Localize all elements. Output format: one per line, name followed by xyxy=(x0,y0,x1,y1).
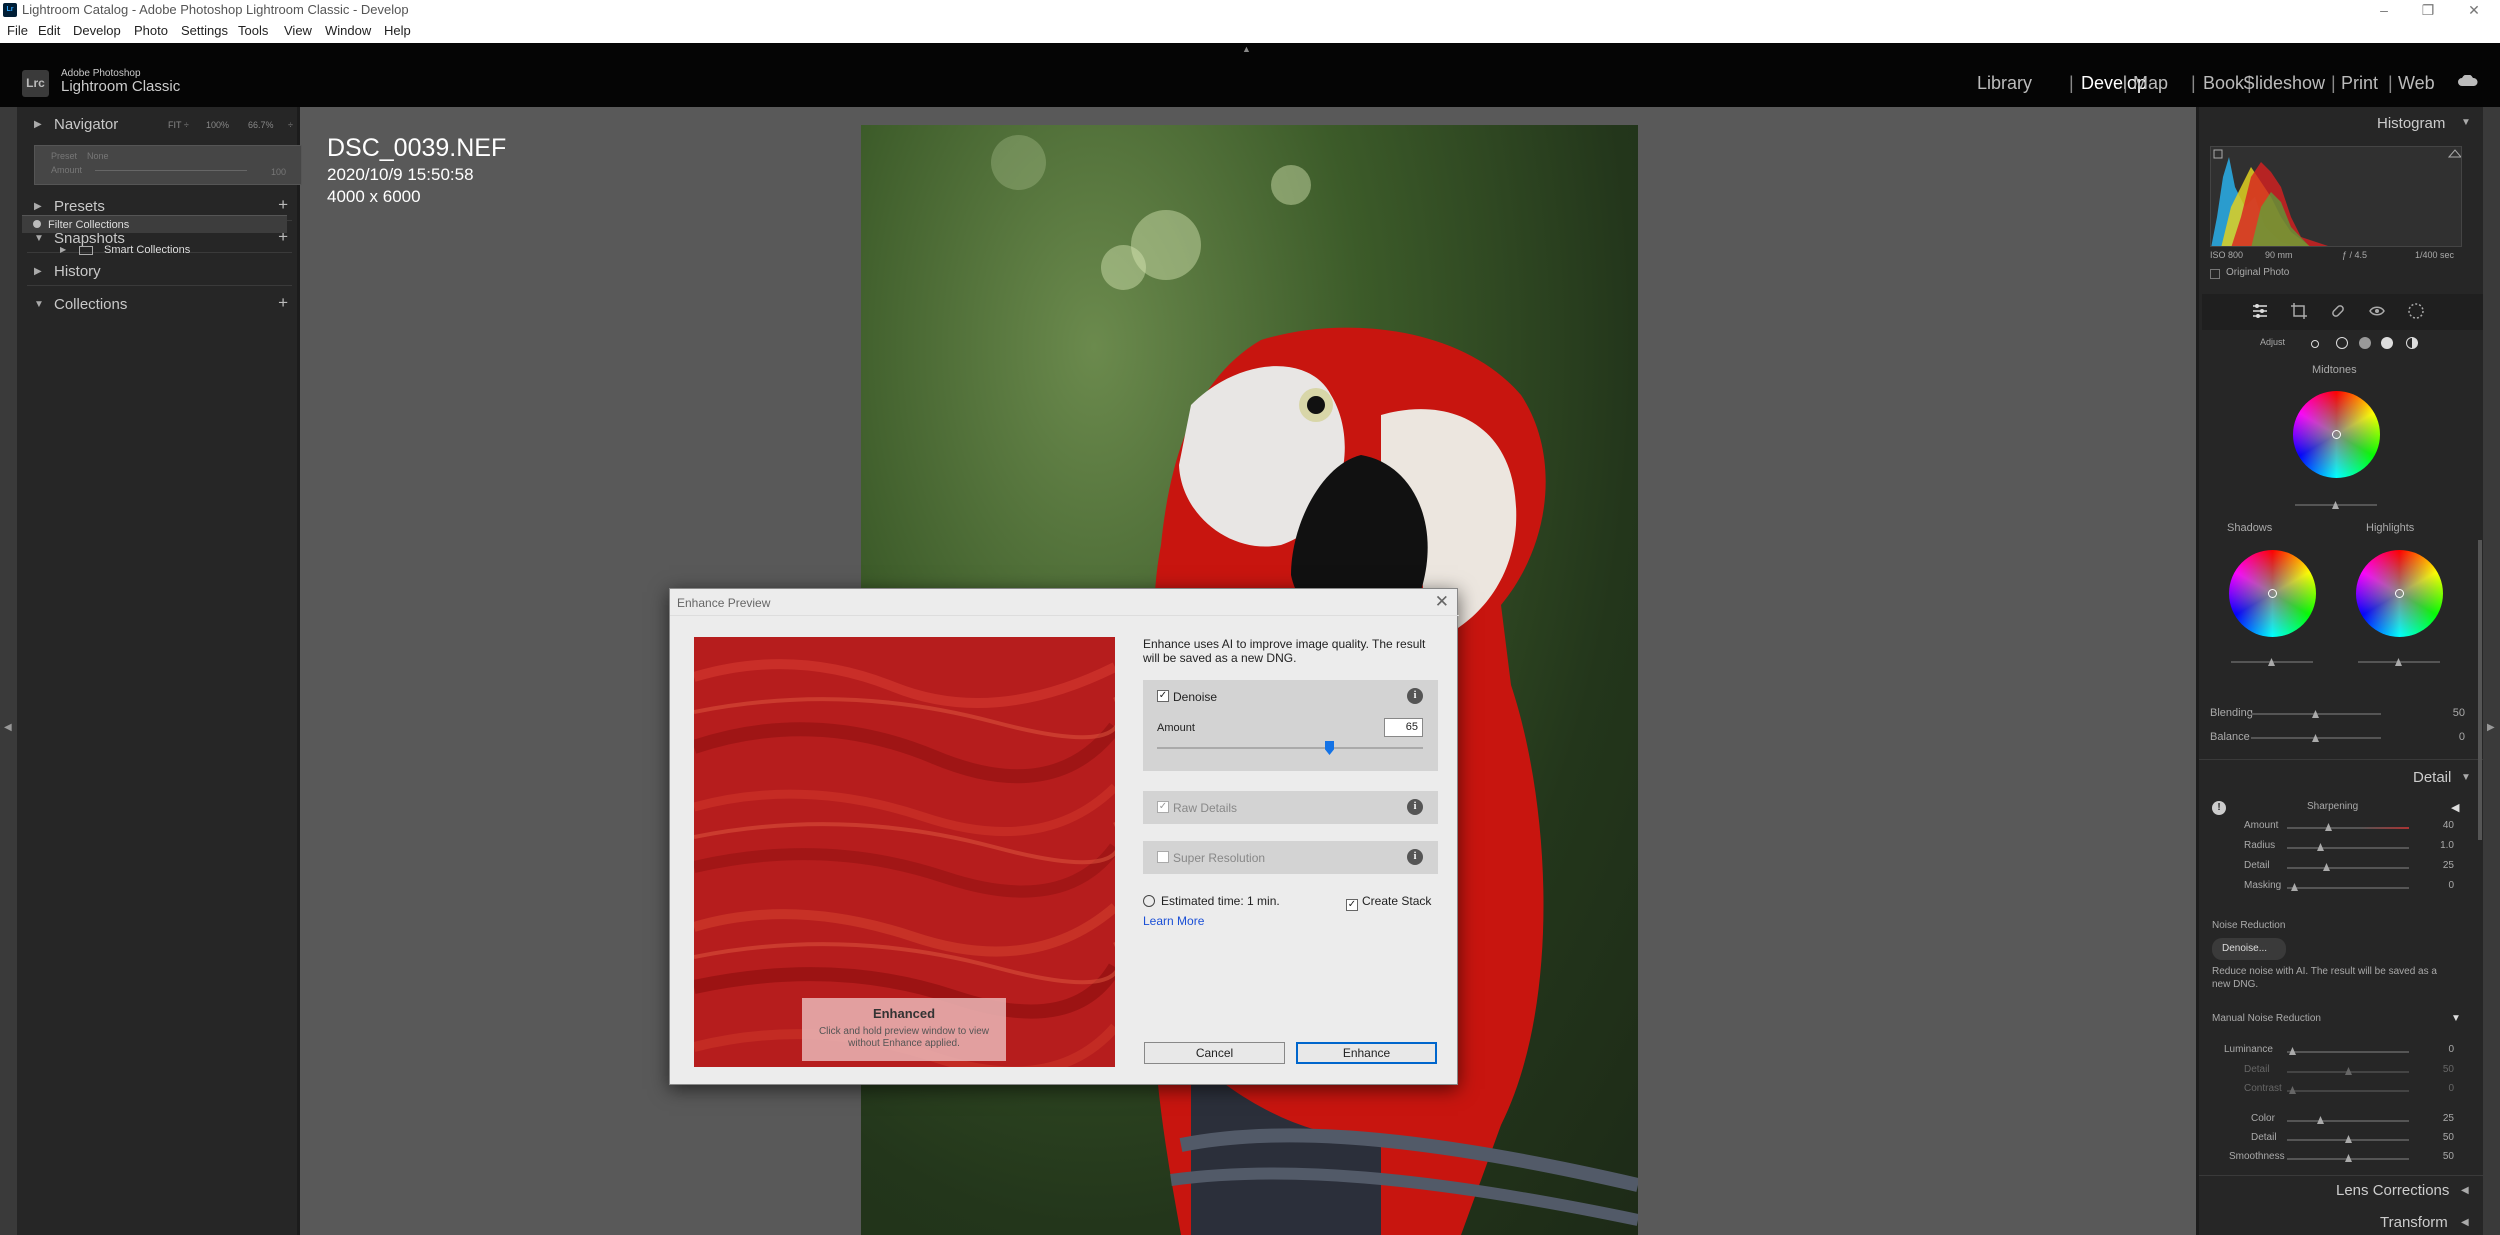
right-panel-scrollbar[interactable] xyxy=(2478,540,2482,840)
super-resolution-option: Super Resolution i xyxy=(1143,841,1438,874)
close-icon[interactable]: ✕ xyxy=(1435,592,1449,612)
histogram-graph[interactable] xyxy=(2210,146,2462,247)
denoise-option: ✓ Denoise i Amount 65 xyxy=(1143,680,1438,771)
search-icon xyxy=(33,220,41,228)
maximize-button[interactable]: ❐ xyxy=(2409,0,2447,20)
title-bar: Lr Lightroom Catalog - Adobe Photoshop L… xyxy=(0,0,2500,20)
denoise-label: Denoise xyxy=(1173,690,1218,704)
transform-header[interactable]: Transform xyxy=(2380,1214,2448,1231)
menu-settings[interactable]: Settings xyxy=(181,23,228,38)
menu-window[interactable]: Window xyxy=(325,23,371,38)
info-icon[interactable]: i xyxy=(1407,849,1423,865)
add-preset-button[interactable]: + xyxy=(278,195,288,215)
menu-file[interactable]: File xyxy=(7,23,28,38)
estimated-time: Estimated time: 1 min. xyxy=(1143,894,1280,908)
app-icon: Lr xyxy=(3,3,17,17)
navigator-header[interactable]: ▶ Navigator FIT ÷ 100% 66.7% ÷ xyxy=(17,111,300,139)
enhance-preview-image[interactable]: Enhanced Click and hold preview window t… xyxy=(694,637,1115,1067)
amount-slider-track[interactable] xyxy=(1157,747,1423,749)
photo-info-overlay: DSC_0039.NEF 2020/10/9 15:50:58 4000 x 6… xyxy=(327,134,506,207)
red-eye-icon[interactable] xyxy=(2368,302,2386,320)
left-panel: ▶ Navigator FIT ÷ 100% 66.7% ÷ Preset Non… xyxy=(17,107,302,1235)
module-print[interactable]: Print xyxy=(2341,73,2378,94)
original-photo-checkbox[interactable] xyxy=(2210,269,2220,279)
collection-set-icon xyxy=(79,246,93,255)
filter-collections-input[interactable]: Filter Collections xyxy=(22,215,287,233)
shadows-color-wheel[interactable] xyxy=(2229,550,2316,637)
amount-slider-thumb[interactable] xyxy=(1325,741,1334,755)
warning-icon[interactable]: ! xyxy=(2212,801,2226,815)
minimize-button[interactable]: – xyxy=(2365,0,2403,20)
module-map[interactable]: Map xyxy=(2133,73,2168,94)
edit-sliders-icon[interactable] xyxy=(2251,302,2269,320)
preview-overlay-text: Click and hold preview window to view wi… xyxy=(818,1026,990,1049)
enhance-preview-dialog: Enhance Preview ✕ Enhanced Click and hol… xyxy=(669,588,1459,1085)
healing-icon[interactable] xyxy=(2329,302,2347,320)
module-library[interactable]: Library xyxy=(1977,73,2032,94)
cloud-icon[interactable] xyxy=(2457,75,2479,87)
navigator-preview[interactable]: Preset None Amount 100 xyxy=(34,145,302,185)
menu-help[interactable]: Help xyxy=(384,23,411,38)
lens-corrections-header[interactable]: Lens Corrections xyxy=(2336,1182,2449,1199)
top-panel-toggle[interactable]: ▲ xyxy=(1242,44,1251,54)
raw-details-option: ✓ Raw Details i xyxy=(1143,791,1438,824)
crop-icon[interactable] xyxy=(2290,302,2308,320)
menu-edit[interactable]: Edit xyxy=(38,23,60,38)
window-title: Lightroom Catalog - Adobe Photoshop Ligh… xyxy=(22,2,409,17)
photo-dimensions: 4000 x 6000 xyxy=(327,187,421,206)
zoom-fit[interactable]: FIT ÷ xyxy=(168,120,189,130)
dialog-description: Enhance uses AI to improve image quality… xyxy=(1143,637,1426,665)
masking-icon[interactable] xyxy=(2407,302,2425,320)
photo-datetime: 2020/10/9 15:50:58 xyxy=(327,165,474,184)
denoise-checkbox[interactable]: ✓ xyxy=(1157,690,1169,702)
super-resolution-checkbox[interactable] xyxy=(1157,851,1169,863)
history-header[interactable]: ▶ History xyxy=(17,258,300,286)
create-stack-option[interactable]: ✓ Create Stack xyxy=(1346,894,1431,911)
preview-overlay: Enhanced Click and hold preview window t… xyxy=(802,998,1006,1061)
brand-line2: Lightroom Classic xyxy=(61,78,181,95)
right-panel: Histogram ▼ ISO 800 90 mm ƒ / 4.5 1/400 … xyxy=(2196,107,2483,1235)
right-panel-edge[interactable]: ▶ xyxy=(2483,107,2500,1235)
enhance-button[interactable]: Enhance xyxy=(1296,1042,1437,1064)
module-book[interactable]: Book xyxy=(2203,73,2244,94)
menu-bar: File Edit Develop Photo Settings Tools V… xyxy=(0,20,2500,43)
detail-header[interactable]: Detail xyxy=(2413,769,2451,786)
amount-input[interactable]: 65 xyxy=(1384,718,1423,737)
histogram-header[interactable]: Histogram xyxy=(2377,115,2445,132)
menu-view[interactable]: View xyxy=(284,23,312,38)
denoise-button[interactable]: Denoise... xyxy=(2212,938,2286,960)
photo-filename: DSC_0039.NEF xyxy=(327,134,507,162)
menu-photo[interactable]: Photo xyxy=(134,23,168,38)
super-resolution-label: Super Resolution xyxy=(1173,851,1266,865)
info-icon[interactable]: i xyxy=(1407,799,1423,815)
midtones-color-wheel[interactable] xyxy=(2293,391,2380,478)
module-slideshow[interactable]: Slideshow xyxy=(2243,73,2325,94)
zoom-100[interactable]: 100% xyxy=(206,120,229,130)
highlights-color-wheel[interactable] xyxy=(2356,550,2443,637)
collections-header[interactable]: ▼ Collections + xyxy=(17,291,300,319)
info-icon[interactable]: i xyxy=(1407,688,1423,704)
create-stack-checkbox[interactable]: ✓ xyxy=(1346,899,1358,911)
add-collection-button[interactable]: + xyxy=(278,293,288,313)
clock-icon xyxy=(1143,895,1155,907)
menu-tools[interactable]: Tools xyxy=(238,23,268,38)
smart-collections-item[interactable]: ▶ Smart Collections xyxy=(22,242,287,260)
zoom-667[interactable]: 66.7% xyxy=(248,120,274,130)
learn-more-link[interactable]: Learn More xyxy=(1143,914,1204,928)
raw-details-label: Raw Details xyxy=(1173,801,1238,815)
preview-overlay-title: Enhanced xyxy=(872,1006,936,1021)
close-window-button[interactable]: ✕ xyxy=(2455,0,2493,20)
menu-develop[interactable]: Develop xyxy=(73,23,121,38)
zoom-more[interactable]: ÷ xyxy=(288,120,293,130)
raw-details-checkbox[interactable]: ✓ xyxy=(1157,801,1169,813)
amount-label: Amount xyxy=(1157,722,1195,734)
module-web[interactable]: Web xyxy=(2398,73,2435,94)
dialog-title: Enhance Preview xyxy=(677,596,771,610)
lrc-logo: Lrc xyxy=(22,70,49,97)
left-panel-edge[interactable]: ◀ xyxy=(0,107,17,1235)
cancel-button[interactable]: Cancel xyxy=(1144,1042,1285,1064)
